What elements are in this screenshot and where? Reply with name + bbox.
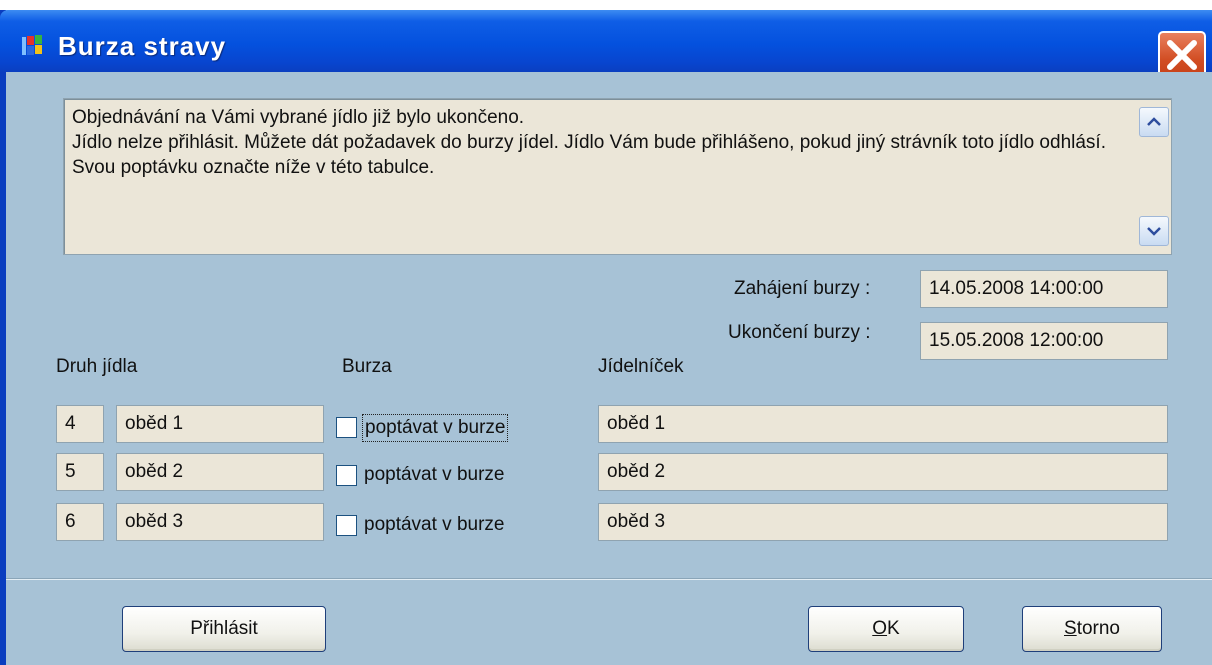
- ok-label-rest: K: [887, 618, 900, 639]
- header-menu: Jídelníček: [598, 356, 684, 377]
- close-icon: [1167, 40, 1197, 70]
- exchange-checkbox[interactable]: [336, 515, 357, 536]
- row-menu: oběd 1: [598, 405, 1168, 443]
- windows-logo-icon: [22, 35, 42, 55]
- title-bar[interactable]: Burza stravy: [0, 10, 1212, 79]
- exchange-checkbox-label[interactable]: poptávat v burze: [362, 462, 506, 490]
- exchange-start-label: Zahájení burzy :: [734, 278, 871, 299]
- exchange-checkbox[interactable]: [336, 465, 357, 486]
- exchange-start-value: 14.05.2008 14:00:00: [920, 270, 1168, 308]
- row-meal-type: oběd 2: [116, 453, 324, 491]
- row-number: 6: [56, 503, 104, 541]
- row-number: 4: [56, 405, 104, 443]
- footer-separator: [6, 578, 1212, 580]
- exchange-checkbox-label[interactable]: poptávat v burze: [362, 414, 509, 442]
- cancel-button[interactable]: Storno: [1022, 606, 1162, 652]
- scroll-down-icon: [1147, 227, 1161, 236]
- exchange-end-label: Ukončení burzy :: [728, 322, 871, 343]
- cancel-mnemonic: S: [1064, 618, 1077, 639]
- scroll-up-icon: [1147, 117, 1161, 126]
- row-meal-type: oběd 3: [116, 503, 324, 541]
- exchange-checkbox[interactable]: [336, 417, 357, 438]
- register-button[interactable]: Přihlásit: [122, 606, 326, 652]
- row-meal-type: oběd 1: [116, 405, 324, 443]
- scroll-up-button[interactable]: [1139, 107, 1169, 137]
- scroll-down-button[interactable]: [1139, 216, 1169, 246]
- row-menu: oběd 3: [598, 503, 1168, 541]
- header-meal-type: Druh jídla: [56, 356, 138, 377]
- dialog-client-area: Objednávání na Vámi vybrané jídlo již by…: [6, 72, 1212, 665]
- ok-button[interactable]: OK: [808, 606, 964, 652]
- message-text: Objednávání na Vámi vybrané jídlo již by…: [72, 107, 1106, 178]
- cancel-label-rest: torno: [1076, 618, 1120, 639]
- header-exchange: Burza: [342, 356, 392, 377]
- exchange-end-value: 15.05.2008 12:00:00: [920, 322, 1168, 360]
- exchange-checkbox-label[interactable]: poptávat v burze: [362, 512, 506, 540]
- ok-mnemonic: O: [872, 618, 888, 639]
- row-menu: oběd 2: [598, 453, 1168, 491]
- window-title: Burza stravy: [58, 31, 227, 61]
- row-number: 5: [56, 453, 104, 491]
- message-textarea[interactable]: Objednávání na Vámi vybrané jídlo již by…: [63, 98, 1172, 255]
